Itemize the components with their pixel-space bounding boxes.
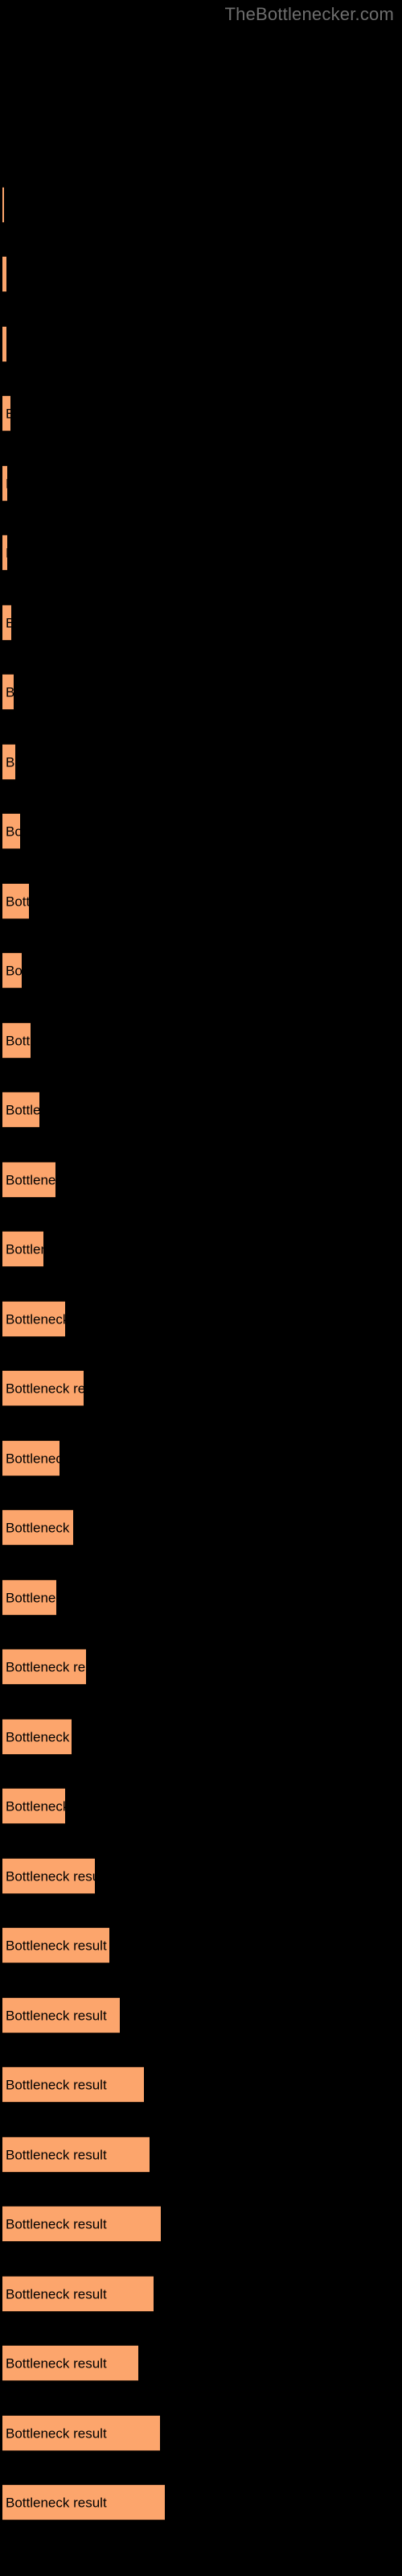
bar-label: Bottleneck result bbox=[6, 1172, 55, 1187]
bar[interactable]: Bottleneck result bbox=[2, 2066, 144, 2103]
bar[interactable]: Bottleneck result bbox=[2, 465, 7, 502]
bar[interactable]: Bottleneck result bbox=[2, 1997, 120, 2033]
bar-label: Bottleneck result bbox=[6, 2008, 107, 2023]
bar[interactable]: Bottleneck result bbox=[2, 535, 7, 571]
bar-label: Bottleneck result bbox=[6, 2077, 107, 2092]
bar[interactable]: Bottleneck result bbox=[2, 813, 20, 849]
bar-label: Bottleneck result bbox=[6, 685, 14, 699]
bar[interactable]: Bottleneck result bbox=[2, 326, 6, 362]
bar-label: Bottleneck result bbox=[6, 1241, 43, 1257]
bar-label: Bottleneck result bbox=[6, 1381, 84, 1396]
bar-label: Bottleneck result bbox=[6, 894, 29, 909]
bar[interactable]: Bottleneck result bbox=[2, 1788, 65, 1824]
bar[interactable]: Bottleneck result bbox=[2, 1022, 31, 1059]
bar-label: Bottleneck result bbox=[6, 1659, 86, 1674]
bar-label: Bottleneck result bbox=[6, 754, 15, 770]
bar[interactable]: Bottleneck result bbox=[2, 605, 11, 641]
bar-label: Bottleneck result bbox=[6, 1520, 73, 1535]
bar[interactable]: Bottleneck result bbox=[2, 1719, 72, 1755]
bar-label: Bottleneck result bbox=[6, 2495, 107, 2510]
bar[interactable]: Bottleneck result bbox=[2, 395, 10, 431]
bar[interactable]: Bottleneck result bbox=[2, 1579, 56, 1616]
bar-label: Bottleneck result bbox=[6, 1590, 56, 1605]
bar[interactable]: Bottleneck result bbox=[2, 1649, 86, 1685]
site-watermark: TheBottlenecker.com bbox=[224, 4, 394, 24]
bar[interactable]: Bottleneck result bbox=[2, 2206, 161, 2242]
bar[interactable]: Bottleneck result bbox=[2, 744, 15, 780]
bar[interactable]: Bottleneck result bbox=[2, 883, 29, 919]
bar-label: Bottleneck result bbox=[6, 963, 22, 978]
bar-label: Bottleneck result bbox=[6, 2147, 107, 2162]
bar[interactable]: Bottleneck result bbox=[2, 952, 22, 989]
bar[interactable]: Bottleneck result bbox=[2, 1509, 73, 1546]
bar[interactable]: Bottleneck result bbox=[2, 1440, 59, 1476]
bar[interactable]: Bottleneck result bbox=[2, 674, 14, 710]
bar[interactable]: Bottleneck result bbox=[2, 1231, 43, 1267]
bar[interactable]: Bottleneck result bbox=[2, 2415, 160, 2451]
bar-label: Bottleneck result bbox=[6, 616, 11, 630]
bar-label: Bottleneck result bbox=[6, 477, 7, 490]
bar[interactable]: Bottleneck result bbox=[2, 1092, 39, 1128]
bar[interactable]: Bottleneck result bbox=[2, 1370, 84, 1406]
bar-label: Bottleneck result bbox=[6, 2286, 107, 2301]
bar-label: Bottleneck result bbox=[6, 1102, 39, 1117]
bar[interactable]: Bottleneck result bbox=[2, 1858, 95, 1894]
bar-chart-canvas: TheBottlenecker.com Bottleneck result Bot… bbox=[0, 0, 402, 2576]
bar[interactable]: Bottleneck result bbox=[2, 2136, 150, 2173]
bar[interactable]: Bottleneck result bbox=[2, 2276, 154, 2312]
bar-label: Bottleneck result bbox=[6, 2425, 107, 2441]
bar-label: Bottleneck result bbox=[6, 1798, 65, 1814]
bar-label: Bottleneck result bbox=[6, 1729, 72, 1744]
bar-label: Bottleneck result bbox=[6, 2216, 107, 2231]
bar-label: Bottleneck result bbox=[6, 2355, 107, 2371]
bar-label: Bottleneck result bbox=[6, 407, 10, 420]
bar[interactable]: Bottleneck result bbox=[2, 1301, 65, 1337]
bar[interactable]: Bottleneck result bbox=[2, 2484, 165, 2520]
bar-label: Bottleneck result bbox=[6, 546, 7, 559]
bar-label: Bottleneck result bbox=[6, 1938, 107, 1953]
bar[interactable]: Bottleneck result bbox=[2, 256, 6, 292]
bar[interactable]: Bottleneck result bbox=[2, 1927, 109, 1963]
bar-label: Bottleneck result bbox=[6, 1868, 95, 1884]
bar[interactable]: Bottleneck result bbox=[2, 1162, 55, 1198]
bar-label: Bottleneck result bbox=[6, 1311, 65, 1327]
bar-label: Bottleneck result bbox=[6, 1451, 59, 1466]
bar-label: Bottleneck result bbox=[6, 1033, 31, 1048]
bar[interactable]: Bottleneck result bbox=[2, 187, 4, 223]
bar-label: Bottleneck result bbox=[6, 824, 20, 839]
bar[interactable]: Bottleneck result bbox=[2, 2345, 138, 2381]
